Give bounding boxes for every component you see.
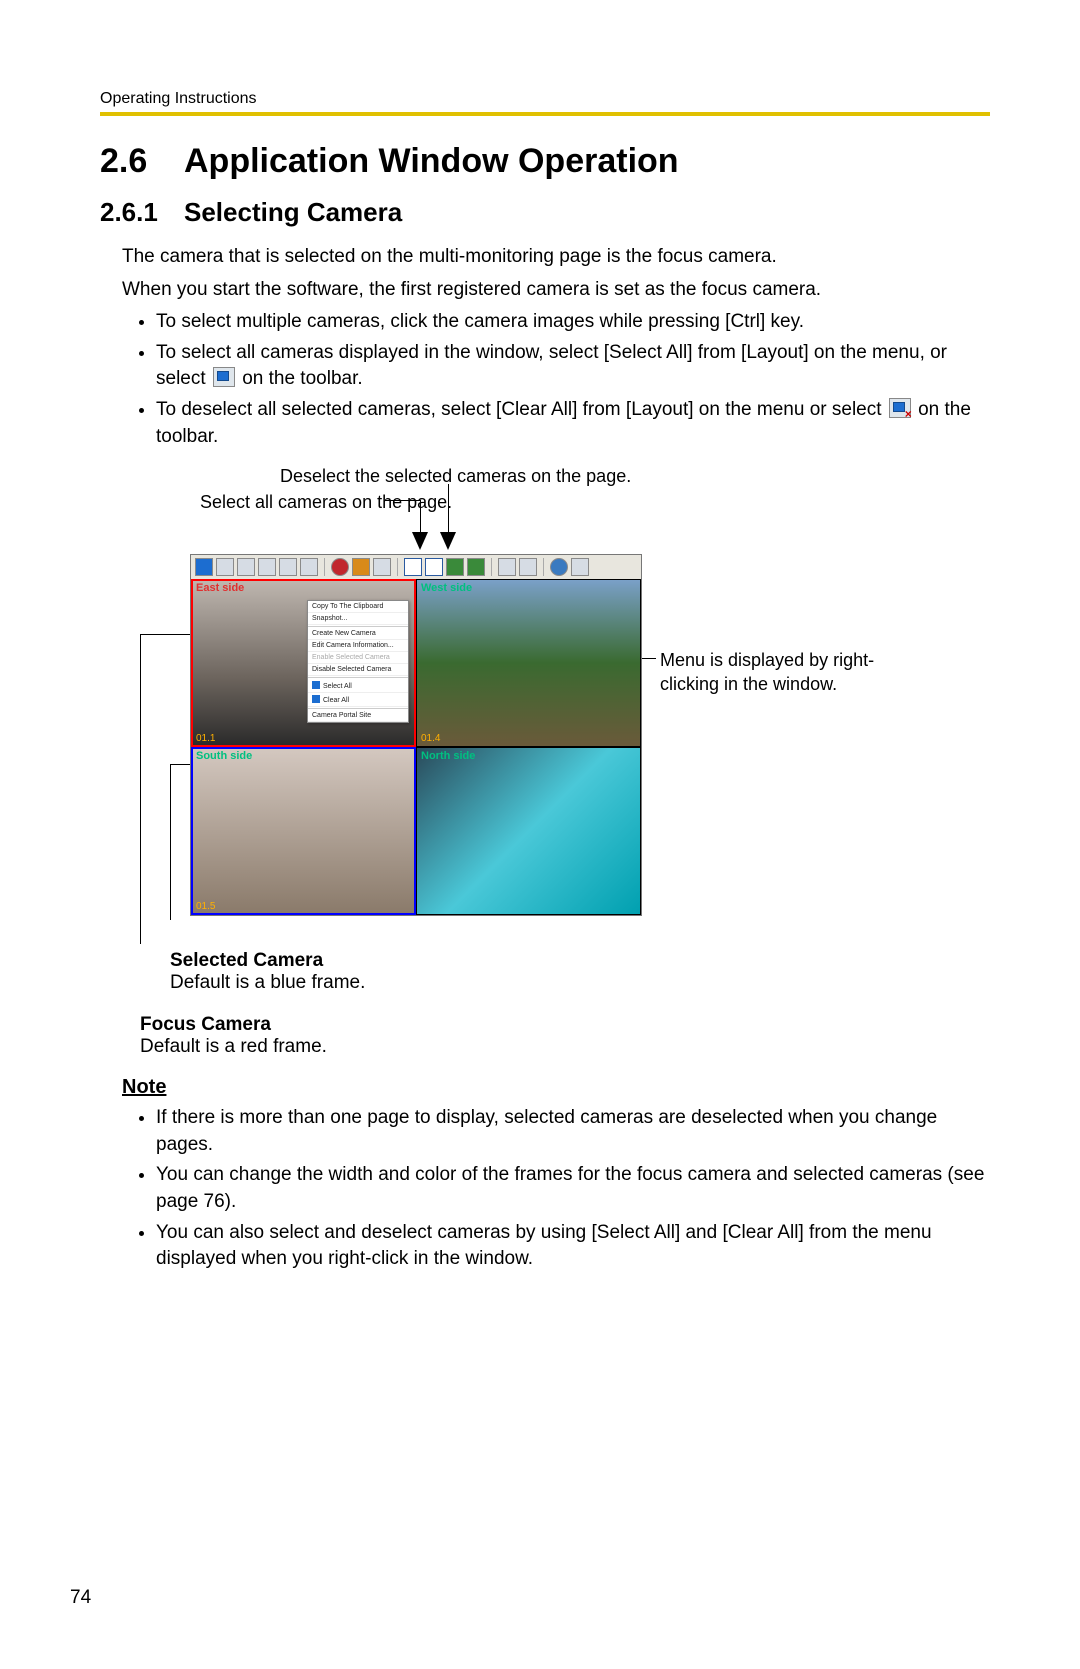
intro-p1: The camera that is selected on the multi… (122, 244, 990, 271)
running-header: Operating Instructions (100, 90, 990, 108)
text: on the toolbar. (242, 368, 362, 389)
connector (140, 634, 141, 944)
instruction-item: To deselect all selected cameras, select… (156, 397, 990, 450)
arrow-line (420, 500, 421, 536)
text: To deselect all selected cameras, select… (156, 399, 887, 420)
camera-panel-focus[interactable]: East side 01.1 Copy To The Clipboard Sna… (191, 579, 416, 747)
menu-item: Enable Selected Camera (308, 652, 408, 664)
record-button[interactable] (331, 558, 349, 576)
toolbar-separator (543, 558, 544, 576)
toolbar-button[interactable] (279, 558, 297, 576)
arrow-head-icon (412, 532, 428, 550)
toolbar-button[interactable] (467, 558, 485, 576)
note-item: You can also select and deselect cameras… (156, 1220, 990, 1273)
camera-panel-selected[interactable]: South side 01.5 (191, 747, 416, 915)
instruction-item: To select all cameras displayed in the w… (156, 340, 990, 393)
note-heading: Note (122, 1076, 990, 1099)
camera-panel[interactable]: North side (416, 747, 641, 915)
toolbar-separator (491, 558, 492, 576)
layout-button[interactable] (425, 558, 443, 576)
menu-item[interactable]: Create New Camera (308, 628, 408, 640)
subsection-number: 2.6.1 (100, 197, 184, 228)
intro-p2: When you start the software, the first r… (122, 277, 990, 304)
toolbar-button[interactable] (373, 558, 391, 576)
arrow-head-icon (440, 532, 456, 550)
section-number: 2.6 (100, 142, 184, 181)
toolbar-separator (324, 558, 325, 576)
camera-grid: East side 01.1 Copy To The Clipboard Sna… (191, 579, 641, 915)
select-all-icon (213, 367, 235, 387)
subsection-heading: 2.6.1Selecting Camera (100, 197, 990, 228)
subsection-title: Selecting Camera (184, 197, 402, 227)
menu-item-clear-all[interactable]: Clear All (308, 693, 408, 707)
toolbar-button[interactable] (571, 558, 589, 576)
camera-id: 01.5 (196, 901, 215, 912)
select-all-button[interactable] (498, 558, 516, 576)
callout-select-all: Select all cameras on the page. (200, 490, 452, 514)
toolbar-button[interactable] (258, 558, 276, 576)
menu-separator (308, 626, 408, 627)
label-title: Selected Camera (170, 950, 990, 972)
context-menu[interactable]: Copy To The Clipboard Snapshot... Create… (307, 600, 409, 723)
label-desc: Default is a red frame. (140, 1036, 990, 1058)
note-list: If there is more than one page to displa… (100, 1105, 990, 1273)
camera-label: North side (421, 750, 475, 762)
toolbar-button[interactable] (300, 558, 318, 576)
layout-button[interactable] (446, 558, 464, 576)
camera-label: East side (196, 582, 244, 594)
arrow-line (448, 484, 449, 536)
toolbar-separator (397, 558, 398, 576)
camera-label: West side (421, 582, 472, 594)
camera-panel[interactable]: West side 01.4 (416, 579, 641, 747)
app-toolbar (191, 555, 641, 580)
layout-button[interactable] (404, 558, 422, 576)
clear-all-button[interactable] (519, 558, 537, 576)
toolbar-button[interactable] (195, 558, 213, 576)
menu-item-select-all[interactable]: Select All (308, 679, 408, 693)
connector (385, 500, 421, 501)
intro-text: The camera that is selected on the multi… (122, 244, 990, 303)
clear-all-icon (889, 398, 911, 418)
note-item: If there is more than one page to displa… (156, 1105, 990, 1158)
connector (170, 764, 190, 765)
menu-item[interactable]: Disable Selected Camera (308, 664, 408, 676)
callout-deselect: Deselect the selected cameras on the pag… (280, 464, 631, 488)
menu-separator (308, 677, 408, 678)
app-screenshot: East side 01.1 Copy To The Clipboard Sna… (190, 554, 642, 916)
menu-item[interactable]: Copy To The Clipboard (308, 601, 408, 613)
toolbar-button[interactable] (216, 558, 234, 576)
figure-area: Deselect the selected cameras on the pag… (100, 464, 960, 944)
menu-item[interactable]: Snapshot... (308, 613, 408, 625)
instruction-list: To select multiple cameras, click the ca… (100, 309, 990, 450)
menu-separator (308, 708, 408, 709)
focus-camera-label: Focus Camera Default is a red frame. (140, 1014, 990, 1058)
camera-id: 01.4 (421, 733, 440, 744)
selected-camera-label: Selected Camera Default is a blue frame. (170, 950, 990, 994)
menu-item[interactable]: Edit Camera Information... (308, 640, 408, 652)
globe-button[interactable] (550, 558, 568, 576)
toolbar-button[interactable] (352, 558, 370, 576)
callout-rightclick: Menu is displayed by right-clicking in t… (660, 648, 880, 697)
instruction-item: To select multiple cameras, click the ca… (156, 309, 990, 336)
label-title: Focus Camera (140, 1014, 990, 1036)
page-number: 74 (70, 1587, 91, 1609)
toolbar-button[interactable] (237, 558, 255, 576)
camera-id: 01.1 (196, 733, 215, 744)
label-desc: Default is a blue frame. (170, 972, 990, 994)
menu-item[interactable]: Camera Portal Site (308, 710, 408, 722)
connector (170, 764, 171, 920)
section-heading: 2.6Application Window Operation (100, 142, 990, 181)
camera-label: South side (196, 750, 252, 762)
note-item: You can change the width and color of th… (156, 1162, 990, 1215)
header-rule (100, 112, 990, 116)
section-title: Application Window Operation (184, 142, 679, 180)
connector (140, 634, 190, 635)
